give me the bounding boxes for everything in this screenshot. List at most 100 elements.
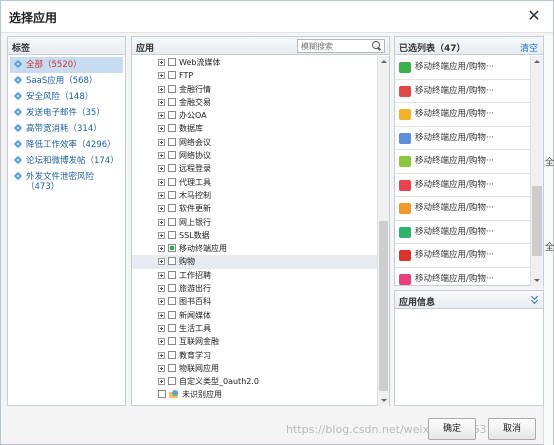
tree-node[interactable]: 工作招聘 [132,269,377,282]
selected-list-scroll-thumb[interactable] [532,186,542,256]
expand-plus-icon[interactable] [158,138,165,146]
tree-node[interactable]: 金融交易 [132,96,377,109]
expand-plus-icon[interactable] [158,72,165,80]
cancel-button[interactable]: 取消 [488,418,536,440]
tree-node[interactable]: 移动终端应用 [132,242,377,255]
selected-app-item[interactable]: 移动终端应用/购物··· [395,150,531,174]
tree-node-checkbox[interactable] [168,177,176,186]
selected-app-item[interactable]: 移动终端应用/购物··· [395,56,531,80]
expand-plus-icon[interactable] [158,205,165,213]
expand-plus-icon[interactable] [158,98,165,106]
tree-node[interactable]: 旅游出行 [132,282,377,295]
expand-plus-icon[interactable] [158,245,165,253]
search-input[interactable] [298,40,368,52]
tree-node[interactable]: Web流媒体 [132,56,377,69]
selected-app-item[interactable]: 移动终端应用/购物··· [395,103,531,127]
tree-node-checkbox[interactable] [168,297,176,306]
tree-node-checkbox[interactable] [168,97,176,106]
scroll-up-arrow-icon[interactable] [531,56,543,67]
tree-node[interactable]: 购物 [132,255,377,269]
clear-all-link[interactable]: 清空 [520,41,538,54]
double-chevron-down-icon[interactable] [531,295,539,303]
tree-node-checkbox[interactable] [158,390,166,399]
tree-node[interactable]: 教育学习 [132,349,377,362]
tree-node[interactable]: 金融行情 [132,83,377,96]
expand-plus-icon[interactable] [158,178,165,186]
tree-node-checkbox[interactable] [168,124,176,133]
tree-node[interactable]: 软件更新 [132,202,377,215]
tree-node[interactable]: 自定义类型_0auth2.0 [132,375,377,388]
expand-plus-icon[interactable] [158,378,165,386]
tree-node-checkbox[interactable] [168,337,176,346]
expand-plus-icon[interactable] [158,59,165,66]
scroll-down-arrow-icon[interactable] [531,275,543,286]
expand-plus-icon[interactable] [158,311,165,319]
expand-plus-icon[interactable] [158,152,165,160]
expand-plus-icon[interactable] [158,351,165,359]
label-item[interactable]: SaaS应用（568） [10,73,123,89]
selected-app-item[interactable]: 移动终端应用/购物··· [395,127,531,150]
expand-plus-icon[interactable] [158,338,165,346]
selected-app-item[interactable]: 移动终端应用/购物··· [395,221,531,244]
selected-app-item[interactable]: 移动终端应用/购物··· [395,268,531,287]
tree-node-checkbox[interactable] [168,350,176,359]
expand-plus-icon[interactable] [158,231,165,239]
tree-node-checkbox[interactable] [168,257,176,266]
label-item[interactable]: 全部（5520） [10,57,123,73]
label-item[interactable]: 论坛和微博发帖（174） [10,153,123,169]
tree-node-unknown-app[interactable]: 未识别应用 [132,388,377,401]
expand-plus-icon[interactable] [158,191,165,199]
expand-plus-icon[interactable] [158,85,165,93]
tree-node-checkbox[interactable] [168,84,176,93]
tree-node-checkbox[interactable] [168,71,176,80]
tree-node[interactable]: 代理工具 [132,176,377,189]
tree-node-checkbox[interactable] [168,137,176,146]
tree-node-checkbox[interactable] [168,190,176,199]
tree-scroll-thumb[interactable] [379,221,388,391]
tree-node-checkbox[interactable] [168,230,176,239]
close-icon[interactable]: ✕ [525,7,543,25]
expand-plus-icon[interactable] [158,298,165,306]
expand-plus-icon[interactable] [158,165,165,173]
tree-node[interactable]: 网络会议 [132,136,377,149]
expand-plus-icon[interactable] [158,112,165,120]
selected-app-item[interactable]: 移动终端应用/购物··· [395,174,531,197]
tree-node[interactable]: FTP [132,69,377,82]
tree-node-checkbox[interactable] [168,363,176,372]
expand-plus-icon[interactable] [158,258,165,266]
tree-node-checkbox[interactable] [168,284,176,293]
label-item[interactable]: 降低工作效率（4296） [10,137,123,153]
expand-plus-icon[interactable] [158,364,165,372]
tree-node-checkbox[interactable] [168,377,176,386]
expand-plus-icon[interactable] [158,218,165,226]
label-item[interactable]: 高带宽消耗（314） [10,121,123,137]
tree-node[interactable]: 物联网应用 [132,362,377,375]
tree-node-checkbox[interactable] [168,244,176,253]
tree-node-checkbox[interactable] [168,111,176,120]
ok-button[interactable]: 确定 [428,418,476,440]
expand-plus-icon[interactable] [158,324,165,332]
label-item[interactable]: 安全风险（148） [10,89,123,105]
tree-node[interactable]: 生活工具 [132,322,377,335]
tree-node-checkbox[interactable] [168,58,176,66]
expand-plus-icon[interactable] [158,125,165,133]
tree-node[interactable]: 网上银行 [132,216,377,229]
tree-node[interactable]: 办公OA [132,109,377,122]
tree-node-checkbox[interactable] [168,323,176,332]
label-item[interactable]: 发送电子邮件（35） [10,105,123,121]
tree-node-checkbox[interactable] [168,270,176,279]
tree-node[interactable]: 木马控制 [132,189,377,202]
tree-node-checkbox[interactable] [168,217,176,226]
tree-node[interactable]: 数据库 [132,122,377,135]
tree-node[interactable]: 网络协议 [132,149,377,162]
tree-node-checkbox[interactable] [168,310,176,319]
selected-app-item[interactable]: 移动终端应用/购物··· [395,197,531,221]
tree-node[interactable]: 新闻媒体 [132,309,377,322]
selected-list-scrollbar[interactable] [530,56,543,286]
tree-scrollbar[interactable] [377,56,389,406]
tree-node[interactable]: 互联网金融 [132,335,377,348]
selected-app-item[interactable]: 移动终端应用/购物··· [395,80,531,103]
expand-plus-icon[interactable] [158,271,165,279]
tree-node[interactable]: SSL数据 [132,229,377,242]
scroll-up-arrow-icon[interactable] [378,56,389,67]
